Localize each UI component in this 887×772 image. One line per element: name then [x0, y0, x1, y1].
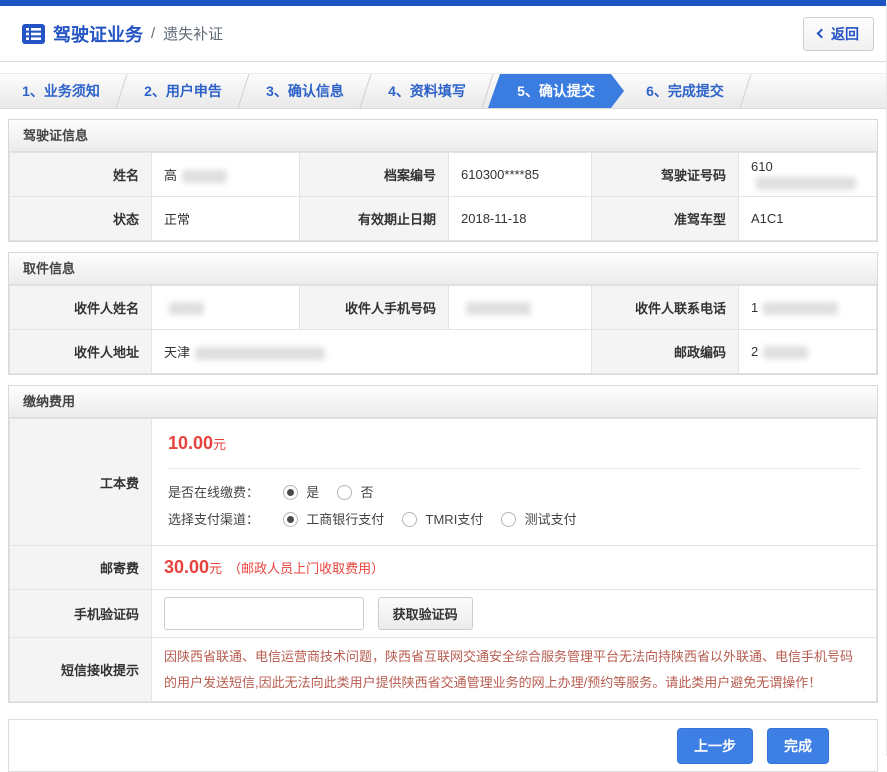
field-label: 有效期止日期	[300, 197, 449, 241]
postage-fee-cell: 30.00元 （邮政人员上门收取费用）	[152, 546, 877, 590]
info-grid: 姓名高档案编号610300****85驾驶证号码610 状态正常有效期止日期201…	[9, 152, 877, 241]
sms-code-input[interactable]	[164, 597, 364, 630]
field-label: 档案编号	[300, 153, 449, 197]
back-button-label: 返回	[831, 24, 859, 44]
step-tab-2[interactable]: 2、用户申告	[122, 74, 244, 108]
step-bar: 1、业务须知 2、用户申告 3、确认信息 4、资料填写 5、确认提交 6、完成提交	[0, 73, 886, 109]
redacted-text	[182, 170, 227, 183]
field-value: 1	[739, 286, 877, 330]
online-payment-question: 是否在线缴费：	[168, 485, 259, 500]
field-value: A1C1	[739, 197, 877, 241]
section-title-license: 驾驶证信息	[9, 120, 877, 152]
step-tab-5[interactable]: 5、确认提交	[488, 74, 624, 108]
field-label: 收件人地址	[10, 330, 152, 374]
chevron-left-icon	[817, 29, 827, 39]
field-label: 收件人手机号码	[300, 286, 449, 330]
info-grid: 收件人姓名 收件人手机号码 收件人联系电话1 收件人地址天津邮政编码2	[9, 285, 877, 374]
field-value	[449, 286, 592, 330]
field-label-sms-notice: 短信接收提示	[10, 638, 152, 702]
field-value: 610	[739, 153, 877, 197]
field-label: 邮政编码	[592, 330, 739, 374]
step-label: 3、确认信息	[266, 81, 344, 101]
step-label: 2、用户申告	[144, 81, 222, 101]
field-value: 610300****85	[449, 153, 592, 197]
footer-action-bar: 上一步 完成	[8, 719, 878, 772]
production-fee-amount: 10.00元	[168, 431, 860, 469]
field-label-production-fee: 工本费	[10, 419, 152, 546]
radio-channel-test[interactable]	[501, 512, 516, 527]
postage-fee-note: （邮政人员上门收取费用）	[228, 561, 384, 576]
redacted-text	[195, 347, 325, 360]
sms-notice-cell: 因陕西省联通、电信运营商技术问题，陕西省互联网交通安全综合服务管理平台无法向持陕…	[152, 638, 877, 702]
step-tab-3[interactable]: 3、确认信息	[244, 74, 366, 108]
sms-code-cell: 获取验证码	[152, 590, 877, 638]
page-header: 驾驶证业务 / 遗失补证 返回	[0, 6, 886, 62]
step-label: 4、资料填写	[388, 81, 466, 101]
step-tab-1[interactable]: 1、业务须知	[0, 74, 122, 108]
step-tab-6[interactable]: 6、完成提交	[624, 74, 746, 108]
field-label-sms-code: 手机验证码	[10, 590, 152, 638]
pickup-info-table: 收件人姓名 收件人手机号码 收件人联系电话1 收件人地址天津邮政编码2	[9, 285, 877, 374]
field-label: 收件人联系电话	[592, 286, 739, 330]
redacted-text	[466, 302, 531, 315]
get-code-button[interactable]: 获取验证码	[378, 597, 473, 630]
field-value: 天津	[152, 330, 592, 374]
postage-fee-unit: 元	[209, 561, 222, 576]
production-fee-cell: 10.00元 是否在线缴费： 是 否 选择支付渠道： 工商银行支付 TMRI支付	[152, 419, 877, 546]
license-info-table: 姓名高档案编号610300****85驾驶证号码610 状态正常有效期止日期201…	[9, 152, 877, 241]
online-payment-row: 是否在线缴费： 是 否	[168, 479, 860, 506]
breadcrumb: 驾驶证业务 / 遗失补证	[22, 21, 803, 47]
radio-online-yes[interactable]	[283, 485, 298, 500]
sms-notice-text: 因陕西省联通、电信运营商技术问题，陕西省互联网交通安全综合服务管理平台无法向持陕…	[164, 644, 876, 696]
field-value: 正常	[152, 197, 300, 241]
redacted-text	[763, 346, 808, 359]
field-value: 2	[739, 330, 877, 374]
fees-table: 工本费 10.00元 是否在线缴费： 是 否 选择支付渠道： 工商银行支付	[9, 418, 877, 702]
step-label: 6、完成提交	[646, 81, 724, 101]
pickup-info-section: 取件信息 收件人姓名 收件人手机号码 收件人联系电话1 收件人地址天津邮政编码2	[8, 252, 878, 375]
fees-section: 缴纳费用 工本费 10.00元 是否在线缴费： 是 否 选择支付渠道：	[8, 385, 878, 703]
payment-channel-question: 选择支付渠道：	[168, 512, 259, 527]
step-label: 5、确认提交	[517, 81, 595, 101]
field-value: 2018-11-18	[449, 197, 592, 241]
section-title-pickup: 取件信息	[9, 253, 877, 285]
field-value	[152, 286, 300, 330]
section-title-fees: 缴纳费用	[9, 386, 877, 418]
radio-online-no[interactable]	[337, 485, 352, 500]
field-label: 驾驶证号码	[592, 153, 739, 197]
postage-fee-value: 30.00	[164, 557, 209, 577]
breadcrumb-separator: /	[151, 25, 155, 42]
radio-online-yes-label: 是	[306, 485, 319, 500]
field-label: 收件人姓名	[10, 286, 152, 330]
radio-channel-tmri[interactable]	[402, 512, 417, 527]
payment-channel-row: 选择支付渠道： 工商银行支付 TMRI支付 测试支付	[168, 506, 860, 533]
radio-channel-icbc-label: 工商银行支付	[306, 512, 384, 527]
radio-channel-icbc[interactable]	[283, 512, 298, 527]
production-fee-unit: 元	[213, 437, 226, 452]
page-title: 驾驶证业务	[53, 21, 143, 47]
finish-button[interactable]: 完成	[767, 728, 829, 764]
field-label: 准驾车型	[592, 197, 739, 241]
previous-step-button[interactable]: 上一步	[677, 728, 753, 764]
field-label: 状态	[10, 197, 152, 241]
radio-channel-tmri-label: TMRI支付	[426, 512, 484, 527]
redacted-text	[763, 302, 838, 315]
back-button[interactable]: 返回	[803, 17, 874, 51]
redacted-text	[756, 177, 856, 190]
step-tab-4[interactable]: 4、资料填写	[366, 74, 488, 108]
page-subtitle: 遗失补证	[163, 23, 223, 44]
production-fee-value: 10.00	[168, 433, 213, 453]
radio-channel-test-label: 测试支付	[525, 512, 577, 527]
license-info-section: 驾驶证信息 姓名高档案编号610300****85驾驶证号码610 状态正常有效期…	[8, 119, 878, 242]
field-value: 高	[152, 153, 300, 197]
step-label: 1、业务须知	[22, 81, 100, 101]
redacted-text	[169, 302, 204, 315]
field-label-postage-fee: 邮寄费	[10, 546, 152, 590]
field-label: 姓名	[10, 153, 152, 197]
radio-online-no-label: 否	[361, 485, 374, 500]
list-icon	[22, 24, 45, 44]
